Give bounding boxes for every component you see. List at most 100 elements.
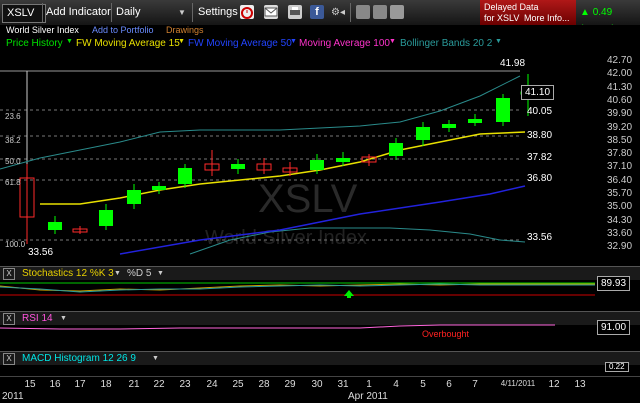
symbol-input[interactable]: XSLV xyxy=(2,4,46,23)
add-indicator-button[interactable]: Add Indicator xyxy=(46,4,111,21)
drawings-link[interactable]: Drawings xyxy=(166,25,204,35)
stochastics-chart[interactable] xyxy=(0,280,595,298)
date-label: 22 xyxy=(153,379,165,390)
delayed-symbol: for XSLV xyxy=(484,13,520,23)
current-price-box: 41.10 xyxy=(521,85,555,100)
rsi-chart[interactable] xyxy=(0,318,595,332)
legend-ma100[interactable]: Moving Average 100 xyxy=(299,38,390,49)
date-label: 30 xyxy=(311,379,323,390)
chevron-down-icon[interactable]: ▼ xyxy=(66,38,73,45)
high-label: 41.98 xyxy=(500,58,526,69)
price-axis-label: 41.30 xyxy=(607,81,633,93)
toolbar: XSLV Add Indicator Daily ▼ Settings f ⚙◂… xyxy=(0,0,640,35)
rsi-line xyxy=(0,324,555,330)
settings-button[interactable]: Settings xyxy=(198,4,238,21)
price-axis-label: 37.80 xyxy=(607,148,633,160)
zoom-icon[interactable] xyxy=(390,5,404,19)
legend-ma50[interactable]: FW Moving Average 50 xyxy=(188,38,292,49)
date-label: 23 xyxy=(179,379,191,390)
facebook-icon[interactable]: f xyxy=(310,5,324,19)
divider xyxy=(111,3,112,22)
price-axis-label: 36.40 xyxy=(607,174,633,186)
candle-body xyxy=(336,158,350,162)
fib-label: 50.0 xyxy=(5,157,21,166)
chart-legend: Price History ▼ FW Moving Average 15 ▼ F… xyxy=(0,38,640,52)
date-label: 29 xyxy=(284,379,296,390)
level-label: 36.80 xyxy=(527,173,553,184)
alarm-clock-icon[interactable] xyxy=(240,5,254,19)
share-icon[interactable]: ⚙◂ xyxy=(331,4,345,21)
date-label: 24 xyxy=(206,379,218,390)
stochastics-label[interactable]: Stochastics 12 %K 3 xyxy=(22,267,114,280)
candle-body xyxy=(389,143,403,156)
close-icon[interactable]: X xyxy=(3,268,15,280)
chevron-down-icon[interactable]: ▼ xyxy=(178,4,186,21)
candle-body xyxy=(231,164,245,169)
add-to-portfolio-link[interactable]: Add to Portfolio xyxy=(92,25,154,35)
legend-price-history[interactable]: Price History xyxy=(6,38,63,49)
date-label: 1 xyxy=(366,379,372,390)
chevron-down-icon[interactable]: ▼ xyxy=(178,38,185,45)
overbought-label: Overbought xyxy=(422,329,470,339)
stochastics-value: 89.93 xyxy=(597,276,631,291)
price-axis-label: 34.30 xyxy=(607,214,633,226)
date-label: 6 xyxy=(446,379,452,390)
email-icon[interactable] xyxy=(264,5,278,19)
chevron-down-icon[interactable]: ▼ xyxy=(114,267,121,280)
fib-label: 38.2 xyxy=(5,136,21,145)
candle-body xyxy=(178,168,192,184)
rsi-value: 91.00 xyxy=(597,320,631,335)
print-icon[interactable] xyxy=(288,5,302,19)
price-axis-label: 39.20 xyxy=(607,121,633,133)
buy-signal-icon xyxy=(344,290,354,298)
macd-label[interactable]: MACD Histogram 12 26 9 xyxy=(22,352,136,365)
fib-label: 100.0 xyxy=(5,240,26,249)
level-label: 38.80 xyxy=(527,130,553,141)
chevron-down-icon[interactable]: ▼ xyxy=(152,352,159,365)
chevron-down-icon[interactable]: ▼ xyxy=(157,267,164,280)
chevron-down-icon[interactable]: ▼ xyxy=(290,38,297,45)
price-axis-label: 42.00 xyxy=(607,68,633,80)
date-label: 5 xyxy=(420,379,426,390)
close-icon[interactable]: X xyxy=(3,353,15,365)
date-label: 4 xyxy=(393,379,399,390)
candle-body xyxy=(127,190,141,204)
price-change: ▲ 0.49 (1.21%) xyxy=(580,4,640,35)
legend-ma15[interactable]: FW Moving Average 15 xyxy=(76,38,180,49)
divider xyxy=(192,3,193,22)
stochastics-header: X Stochastics 12 %K 3 ▼ %D 5 ▼ xyxy=(0,266,640,280)
camera-icon[interactable] xyxy=(373,5,387,19)
date-label: 17 xyxy=(74,379,86,390)
price-axis-label: 35.00 xyxy=(607,201,633,213)
bollinger-upper xyxy=(0,75,521,170)
date-label: 21 xyxy=(128,379,140,390)
level-label: 33.56 xyxy=(527,232,553,243)
stochastics-d-label[interactable]: %D 5 xyxy=(127,267,151,280)
date-label: 4/11/2011 xyxy=(500,379,536,388)
candle-body xyxy=(468,119,482,123)
price-axis-label: 32.90 xyxy=(607,241,633,253)
price-axis-label: 38.50 xyxy=(607,134,633,146)
level-label: 40.05 xyxy=(527,106,553,117)
divider xyxy=(350,3,351,22)
camera-icon[interactable] xyxy=(356,5,370,19)
delayed-data-banner[interactable]: Delayed Data for XSLV More Info... xyxy=(480,0,576,25)
chevron-down-icon[interactable]: ▼ xyxy=(495,38,502,45)
price-axis-label: 35.70 xyxy=(607,188,633,199)
divider xyxy=(42,3,43,22)
date-label: 31 xyxy=(337,379,349,390)
price-axis-label: 39.90 xyxy=(607,108,633,120)
date-label: 7 xyxy=(472,379,478,390)
more-info-link[interactable]: More Info... xyxy=(524,13,570,23)
price-axis-label: 37.10 xyxy=(607,161,633,173)
legend-bollinger[interactable]: Bollinger Bands 20 2 xyxy=(400,38,492,49)
period-select[interactable]: Daily xyxy=(116,4,140,21)
candle-body xyxy=(48,222,62,230)
price-axis-label: 33.60 xyxy=(607,227,633,239)
date-label: 28 xyxy=(258,379,270,390)
macd-header: X MACD Histogram 12 26 9 ▼ xyxy=(0,351,640,365)
candle-body xyxy=(152,186,166,190)
month-label: Apr 2011 xyxy=(348,391,388,402)
chevron-down-icon[interactable]: ▼ xyxy=(389,38,396,45)
instrument-name: World Silver Index xyxy=(6,25,79,35)
